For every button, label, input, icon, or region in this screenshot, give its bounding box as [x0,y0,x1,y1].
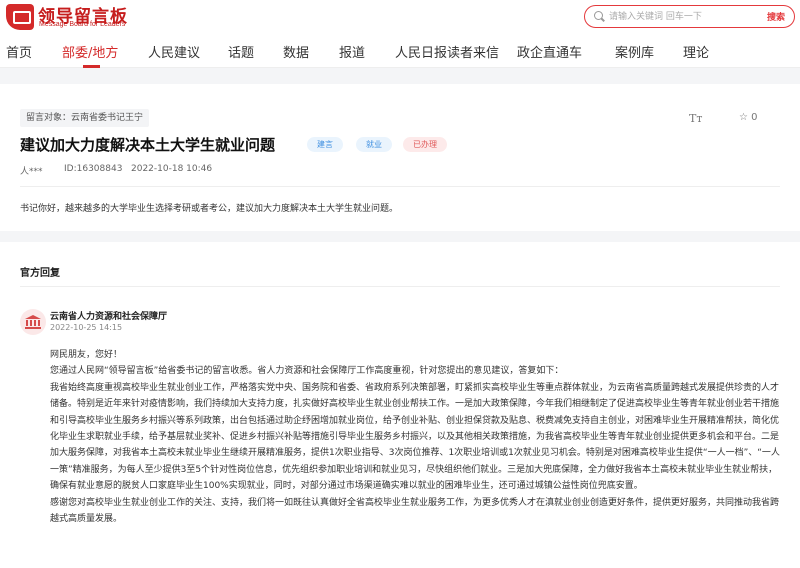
nav-active-indicator [83,65,100,68]
message-title: 建议加大力度解决本土大学生就业问题 [20,136,276,154]
status-badge: 已办理 [403,137,447,152]
reply-paragraph: 网民朋友，您好！ [50,350,123,360]
search-input[interactable] [609,8,759,25]
tag-employment[interactable]: 就业 [356,137,392,152]
like-count: 0 [751,112,758,123]
reply-org-name: 云南省人力资源和社会保障厅 [50,312,168,322]
nav-item-theory[interactable]: 理论 [683,42,709,61]
nav-item-reports[interactable]: 报道 [339,42,365,61]
reply-body: 网民朋友，您好！ 您通过人民网“领导留言板”给省委书记的留言收悉。省人力资源和社… [50,347,780,527]
site-logo[interactable]: 领导留言板 Message Board for Leaders [6,2,146,32]
search-button[interactable]: 搜索 [767,10,785,23]
nav-item-suggestions[interactable]: 人民建议 [148,42,200,61]
font-size-icon[interactable]: Tт [689,112,702,125]
government-building-icon [25,315,41,329]
avatar [20,309,46,335]
search-icon [594,11,605,22]
reply-heading: 官方回复 [20,268,60,279]
nav-item-case-library[interactable]: 案例库 [615,42,654,61]
main-nav: 首页 部委/地方 人民建议 话题 数据 报道 人民日报读者来信 政企直通车 案例… [0,34,800,68]
star-icon: ☆ [739,112,748,123]
logo-mark-icon [6,4,34,30]
message-id: ID:16308843 [64,164,123,174]
nav-item-home[interactable]: 首页 [6,42,32,61]
top-bar: 领导留言板 Message Board for Leaders 搜索 [0,0,800,34]
reply-card: 官方回复 云南省人力资源和社会保障厅 2022-10-25 14:15 网民朋友… [0,242,800,568]
tag-suggestion[interactable]: 建言 [307,137,343,152]
logo-subtitle: Message Board for Leaders [39,21,126,28]
message-content: 书记你好，越来越多的大学毕业生选择考研或者考公，建议加大力度解决本土大学生就业问… [20,204,399,214]
message-card: 留言对象：云南省委书记王宁 建议加大力度解决本土大学生就业问题 建言 就业 已办… [0,84,800,231]
divider [20,286,780,287]
author-name: 人*** [20,167,43,177]
message-target: 留言对象：云南省委书记王宁 [20,109,150,127]
nav-item-readers-letters[interactable]: 人民日报读者来信 [395,42,499,61]
nav-item-data[interactable]: 数据 [283,42,309,61]
reply-paragraph: 您通过人民网“领导留言板”给省委书记的留言收悉。省人力资源和社会保障厅工作高度重… [50,366,564,377]
message-time: 2022-10-18 10:46 [131,164,213,174]
reply-paragraph: 我省始终高度重视高校毕业生就业创业工作，严格落实党中央、国务院和省委、省政府系列… [50,382,780,492]
nav-item-ministries[interactable]: 部委/地方 [62,42,118,61]
search-box: 搜索 [584,5,795,28]
reply-paragraph: 感谢您对高校毕业生就业创业工作的关注、支持，我们将一如既往认真做好全省高校毕业生… [50,497,780,525]
divider [20,186,780,187]
nav-item-gov-enterprise[interactable]: 政企直通车 [517,42,582,61]
like-button[interactable]: ☆ 0 [739,112,758,123]
nav-item-topics[interactable]: 话题 [228,42,254,61]
reply-time: 2022-10-25 14:15 [50,323,123,332]
